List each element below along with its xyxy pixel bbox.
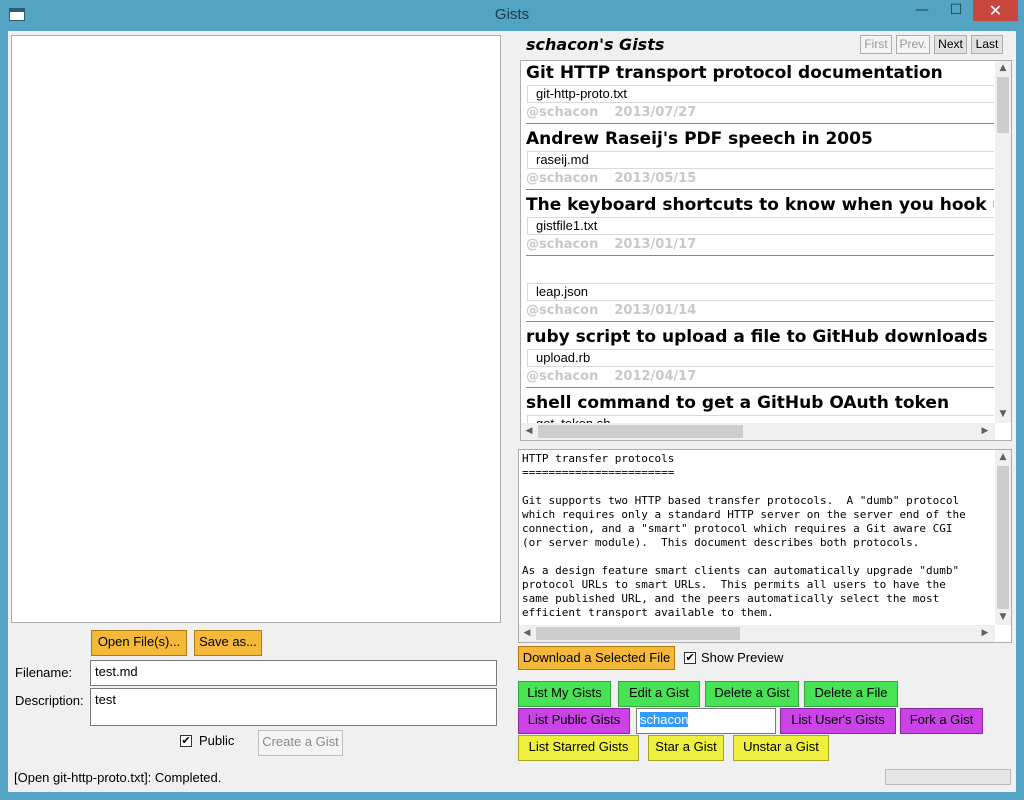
client-area: Open File(s)... Save as... Filename: tes… bbox=[8, 31, 1016, 792]
list-users-gists-button[interactable]: List User's Gists bbox=[780, 708, 896, 734]
gist-item[interactable]: Git HTTP transport protocol documentatio… bbox=[526, 61, 994, 127]
delete-gist-button[interactable]: Delete a Gist bbox=[705, 681, 799, 707]
list-starred-gists-button[interactable]: List Starred Gists bbox=[518, 735, 639, 761]
gist-title: shell command to get a GitHub OAuth toke… bbox=[526, 393, 950, 413]
gist-date: 2013/01/14 bbox=[614, 303, 697, 318]
next-page-button[interactable]: Next bbox=[934, 35, 967, 54]
last-page-button[interactable]: Last bbox=[971, 35, 1003, 54]
gist-title: ruby script to upload a file to GitHub d… bbox=[526, 327, 994, 347]
save-as-button[interactable]: Save as... bbox=[194, 630, 262, 656]
gist-file[interactable]: upload.rb bbox=[527, 349, 994, 367]
title-bar[interactable]: Gists — ☐ ✕ bbox=[0, 0, 1024, 31]
scroll-up-icon[interactable]: ▲ bbox=[995, 63, 1011, 73]
show-preview-checkbox[interactable]: ✔ bbox=[684, 652, 696, 664]
gist-list-hscrollbar[interactable]: ◀ ▶ bbox=[521, 423, 995, 440]
gist-list-vscrollbar[interactable]: ▲ ▼ bbox=[995, 61, 1011, 423]
username-selected-text: schacon bbox=[640, 712, 689, 727]
close-button[interactable]: ✕ bbox=[973, 0, 1018, 21]
gist-item[interactable]: The keyboard shortcuts to know when you … bbox=[526, 193, 994, 259]
first-page-button[interactable]: First bbox=[860, 35, 892, 54]
edit-gist-button[interactable]: Edit a Gist bbox=[618, 681, 700, 707]
gist-item[interactable]: Andrew Raseij's PDF speech in 2005 rasei… bbox=[526, 127, 994, 193]
gist-meta: @schacon 2013/01/17 bbox=[526, 237, 696, 252]
gist-date: 2012/04/17 bbox=[614, 369, 697, 384]
show-preview-label: Show Preview bbox=[701, 650, 784, 665]
filename-label: Filename: bbox=[15, 665, 73, 680]
gist-list[interactable]: Git HTTP transport protocol documentatio… bbox=[520, 60, 1012, 441]
gist-file[interactable]: leap.json bbox=[527, 283, 994, 301]
gist-date: 2013/07/27 bbox=[614, 105, 697, 120]
public-checkbox[interactable]: ✔ bbox=[180, 735, 192, 747]
gist-meta: @schacon 2012/04/17 bbox=[526, 369, 696, 384]
gist-separator bbox=[526, 387, 994, 388]
gist-user: @schacon bbox=[526, 303, 599, 318]
description-input[interactable]: test bbox=[90, 688, 497, 726]
scroll-thumb[interactable] bbox=[538, 425, 743, 438]
gist-separator bbox=[526, 255, 994, 256]
open-files-button[interactable]: Open File(s)... bbox=[91, 630, 187, 656]
filename-input[interactable]: test.md bbox=[90, 660, 497, 686]
gist-separator bbox=[526, 321, 994, 322]
scroll-thumb[interactable] bbox=[997, 466, 1009, 609]
gist-user: @schacon bbox=[526, 237, 599, 252]
description-label: Description: bbox=[15, 693, 84, 708]
preview-hscrollbar[interactable]: ◀ ▶ bbox=[519, 625, 995, 642]
gist-user: @schacon bbox=[526, 369, 599, 384]
scroll-thumb[interactable] bbox=[997, 77, 1009, 133]
scroll-up-icon[interactable]: ▲ bbox=[995, 452, 1011, 462]
scroll-right-icon[interactable]: ▶ bbox=[977, 426, 993, 436]
gist-date: 2013/01/17 bbox=[614, 237, 697, 252]
gist-title: The keyboard shortcuts to know when you … bbox=[526, 195, 994, 215]
gist-meta: @schacon 2013/05/15 bbox=[526, 171, 696, 186]
gist-meta: @schacon 2013/07/27 bbox=[526, 105, 696, 120]
scroll-left-icon[interactable]: ◀ bbox=[519, 628, 535, 638]
gist-title: Git HTTP transport protocol documentatio… bbox=[526, 63, 943, 83]
list-my-gists-button[interactable]: List My Gists bbox=[518, 681, 611, 707]
status-text: [Open git-http-proto.txt]: Completed. bbox=[14, 770, 222, 785]
gist-file[interactable]: git-http-proto.txt bbox=[527, 85, 994, 103]
scroll-right-icon[interactable]: ▶ bbox=[977, 628, 993, 638]
gist-separator bbox=[526, 123, 994, 124]
gist-date: 2013/05/15 bbox=[614, 171, 697, 186]
gist-separator bbox=[526, 189, 994, 190]
gist-item[interactable]: ruby script to upload a file to GitHub d… bbox=[526, 325, 994, 391]
username-input[interactable]: schacon bbox=[636, 708, 776, 734]
preview-text: HTTP transfer protocols ================… bbox=[522, 452, 966, 619]
maximize-button[interactable]: ☐ bbox=[939, 0, 973, 21]
fork-gist-button[interactable]: Fork a Gist bbox=[900, 708, 983, 734]
gist-meta: @schacon 2013/01/14 bbox=[526, 303, 696, 318]
list-public-gists-button[interactable]: List Public Gists bbox=[518, 708, 630, 734]
scroll-thumb[interactable] bbox=[536, 627, 740, 640]
gist-user: @schacon bbox=[526, 105, 599, 120]
preview-pane[interactable]: HTTP transfer protocols ================… bbox=[518, 449, 1012, 643]
public-label: Public bbox=[199, 733, 235, 748]
preview-vscrollbar[interactable]: ▲ ▼ bbox=[995, 450, 1011, 625]
gist-title: Andrew Raseij's PDF speech in 2005 bbox=[526, 129, 873, 149]
gist-file[interactable]: raseij.md bbox=[527, 151, 994, 169]
delete-file-button[interactable]: Delete a File bbox=[804, 681, 898, 707]
gist-user: @schacon bbox=[526, 171, 599, 186]
scroll-down-icon[interactable]: ▼ bbox=[995, 409, 1011, 419]
create-gist-button[interactable]: Create a Gist bbox=[258, 730, 343, 756]
app-window: Gists — ☐ ✕ Open File(s)... Save as... F… bbox=[0, 0, 1024, 800]
prev-page-button[interactable]: Prev. bbox=[896, 35, 930, 54]
scroll-left-icon[interactable]: ◀ bbox=[521, 426, 537, 436]
unstar-gist-button[interactable]: Unstar a Gist bbox=[733, 735, 829, 761]
editor-area[interactable] bbox=[11, 35, 501, 623]
status-bar: [Open git-http-proto.txt]: Completed. bbox=[8, 763, 1016, 792]
gists-heading: schacon's Gists bbox=[526, 35, 665, 54]
scroll-down-icon[interactable]: ▼ bbox=[995, 612, 1011, 622]
window-title: Gists bbox=[494, 6, 530, 23]
progress-bar bbox=[885, 769, 1011, 785]
download-selected-file-button[interactable]: Download a Selected File bbox=[518, 646, 675, 670]
star-gist-button[interactable]: Star a Gist bbox=[648, 735, 724, 761]
gist-file[interactable]: gistfile1.txt bbox=[527, 217, 994, 235]
minimize-button[interactable]: — bbox=[905, 0, 939, 21]
gist-item[interactable]: leap.json @schacon 2013/01/14 bbox=[526, 259, 994, 325]
